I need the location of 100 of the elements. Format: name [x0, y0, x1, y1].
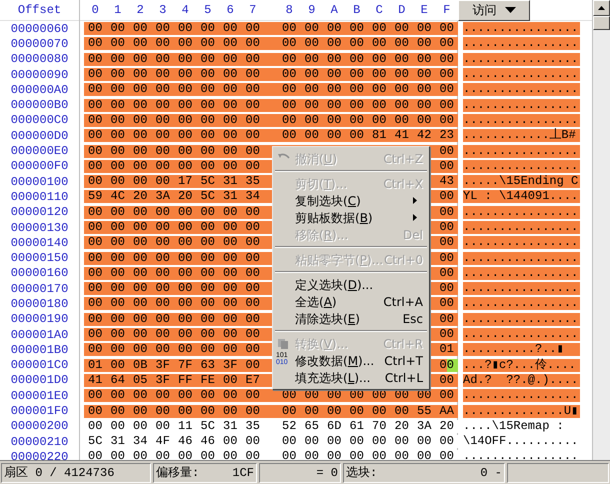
hex-byte[interactable]: 00: [413, 83, 436, 96]
hex-byte[interactable]: 00: [368, 450, 390, 464]
hex-byte[interactable]: 00: [84, 160, 106, 173]
hex-byte[interactable]: 00: [196, 282, 219, 296]
scroll-up-button[interactable]: [593, 0, 610, 16]
hex-byte[interactable]: 00: [152, 450, 174, 464]
hex-byte[interactable]: 00: [346, 52, 368, 66]
hex-byte[interactable]: 00: [84, 68, 106, 82]
hex-byte[interactable]: 00: [300, 22, 323, 36]
hex-byte[interactable]: 00: [346, 114, 368, 127]
hex-byte[interactable]: 00: [300, 52, 323, 66]
hex-byte[interactable]: 00: [174, 98, 196, 112]
hex-byte[interactable]: 00: [152, 252, 174, 265]
hex-byte[interactable]: 00: [196, 221, 219, 234]
hex-byte[interactable]: 00: [390, 435, 413, 448]
hex-byte[interactable]: 00: [323, 114, 346, 127]
hex-byte[interactable]: 00: [219, 252, 242, 265]
hex-byte[interactable]: 00: [219, 450, 242, 464]
hex-byte[interactable]: 00: [242, 450, 264, 464]
hex-byte[interactable]: 00: [106, 129, 129, 142]
hex-byte[interactable]: 3A: [152, 190, 174, 204]
hex-byte[interactable]: 00: [323, 68, 346, 82]
hex-byte[interactable]: 00: [413, 98, 436, 112]
hex-byte[interactable]: 00: [368, 52, 390, 66]
hex-byte[interactable]: 00: [219, 160, 242, 173]
hex-byte[interactable]: 00: [436, 22, 458, 36]
hex-byte[interactable]: 00: [152, 297, 174, 310]
hex-byte[interactable]: 00: [152, 343, 174, 356]
hex-byte[interactable]: 05: [129, 374, 152, 387]
hex-byte[interactable]: 00: [152, 389, 174, 402]
hex-byte[interactable]: 00: [106, 343, 129, 356]
hex-byte[interactable]: 00: [219, 236, 242, 250]
hex-byte[interactable]: 00: [346, 98, 368, 112]
hex-byte[interactable]: 00: [152, 175, 174, 188]
hex-byte[interactable]: 00: [300, 98, 323, 112]
hex-byte[interactable]: 00: [219, 328, 242, 342]
hex-byte[interactable]: 00: [390, 68, 413, 82]
hex-byte[interactable]: 00: [390, 83, 413, 96]
hex-byte[interactable]: 00: [219, 37, 242, 50]
hex-byte[interactable]: 00: [323, 129, 346, 142]
hex-byte[interactable]: 00: [196, 450, 219, 464]
hex-byte[interactable]: 00: [413, 52, 436, 66]
hex-byte[interactable]: 00: [152, 114, 174, 127]
hex-byte[interactable]: 31: [106, 435, 129, 448]
hex-byte[interactable]: 3F: [152, 374, 174, 387]
hex-byte[interactable]: 4F: [152, 435, 174, 448]
hex-byte[interactable]: 00: [84, 282, 106, 296]
hex-byte[interactable]: 00: [413, 37, 436, 50]
hex-byte[interactable]: 00: [346, 22, 368, 36]
hex-byte[interactable]: 00: [84, 206, 106, 219]
hex-byte[interactable]: 00: [242, 297, 264, 310]
hex-byte[interactable]: 00: [278, 52, 300, 66]
hex-byte[interactable]: 00: [152, 52, 174, 66]
hex-byte[interactable]: 00: [242, 266, 264, 280]
hex-byte[interactable]: 64: [106, 374, 129, 387]
hex-byte[interactable]: 00: [436, 98, 458, 112]
hex-byte[interactable]: 00: [152, 328, 174, 342]
hex-byte[interactable]: 00: [390, 98, 413, 112]
hex-byte[interactable]: 00: [278, 450, 300, 464]
hex-byte[interactable]: 00: [368, 435, 390, 448]
hex-byte[interactable]: 00: [219, 435, 242, 448]
hex-byte[interactable]: 00: [106, 114, 129, 127]
hex-byte[interactable]: 00: [129, 206, 152, 219]
hex-byte[interactable]: 00: [242, 68, 264, 82]
hex-byte[interactable]: 00: [436, 435, 458, 448]
hex-byte[interactable]: 59: [84, 190, 106, 204]
hex-byte[interactable]: 00: [84, 175, 106, 188]
hex-byte[interactable]: 00: [174, 52, 196, 66]
menu-item[interactable]: 复制选块(C): [275, 192, 427, 209]
hex-byte[interactable]: 00: [174, 68, 196, 82]
hex-byte[interactable]: 70: [368, 420, 390, 433]
hex-byte[interactable]: 00: [242, 114, 264, 127]
hex-byte[interactable]: 00: [106, 83, 129, 96]
menu-item[interactable]: 剪贴板数据(B): [275, 209, 427, 226]
hex-byte[interactable]: 00: [84, 221, 106, 234]
hex-byte[interactable]: AA: [436, 404, 458, 418]
hex-byte[interactable]: 00: [368, 98, 390, 112]
hex-byte[interactable]: 00: [106, 236, 129, 250]
hex-byte[interactable]: 00: [242, 389, 264, 402]
hex-byte[interactable]: 00: [84, 83, 106, 96]
hex-byte[interactable]: 00: [196, 22, 219, 36]
hex-byte[interactable]: 01: [84, 358, 106, 372]
hex-byte[interactable]: 00: [106, 297, 129, 310]
hex-byte[interactable]: 00: [174, 328, 196, 342]
hex-byte[interactable]: 00: [242, 37, 264, 50]
hex-byte[interactable]: 00: [129, 252, 152, 265]
hex-byte[interactable]: 00: [196, 114, 219, 127]
hex-byte[interactable]: 00: [278, 22, 300, 36]
hex-byte[interactable]: 00: [242, 328, 264, 342]
hex-byte[interactable]: 7F: [174, 358, 196, 372]
hex-byte[interactable]: 65: [300, 420, 323, 433]
hex-byte[interactable]: FE: [196, 374, 219, 387]
hex-byte[interactable]: 00: [300, 37, 323, 50]
hex-byte[interactable]: 00: [368, 68, 390, 82]
hex-byte[interactable]: 00: [196, 206, 219, 219]
hex-byte[interactable]: 00: [152, 83, 174, 96]
hex-byte[interactable]: 31: [219, 175, 242, 188]
hex-byte[interactable]: 00: [196, 98, 219, 112]
hex-byte[interactable]: 00: [346, 83, 368, 96]
hex-byte[interactable]: 00: [242, 83, 264, 96]
